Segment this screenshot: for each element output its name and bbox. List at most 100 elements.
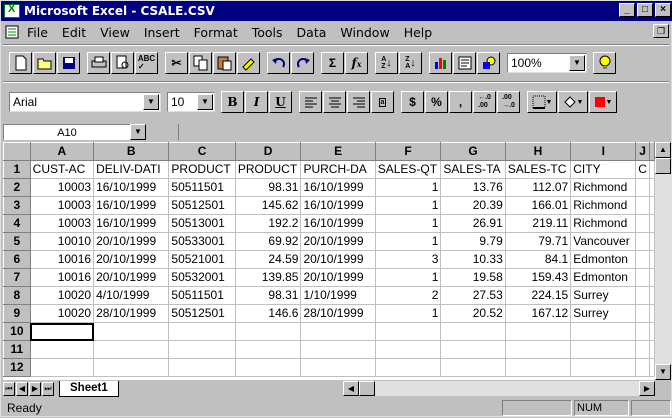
cell[interactable]: 16/10/1999 <box>93 178 170 197</box>
row-header[interactable]: 9 <box>3 304 31 323</box>
cell[interactable] <box>440 340 506 359</box>
cell[interactable] <box>168 322 236 341</box>
zoom-select[interactable]: 100% ▼ <box>507 53 587 73</box>
cell[interactable]: SALES-QT <box>375 160 442 179</box>
chart-wizard-button[interactable] <box>429 52 452 74</box>
cell[interactable]: 192.2 <box>235 214 302 233</box>
cell[interactable]: 16/10/1999 <box>93 196 170 215</box>
cell[interactable]: 26.91 <box>440 214 506 233</box>
maximize-button[interactable]: □ <box>637 3 653 17</box>
chevron-down-icon[interactable]: ▼ <box>130 124 146 140</box>
cell[interactable]: 112.07 <box>505 178 572 197</box>
menu-view[interactable]: View <box>100 25 130 40</box>
cell[interactable] <box>649 304 655 323</box>
cell[interactable] <box>649 214 655 233</box>
cell[interactable]: CITY <box>570 160 637 179</box>
drawing-button[interactable] <box>477 52 500 74</box>
cut-button[interactable]: ✂ <box>165 52 188 74</box>
row-header[interactable]: 12 <box>3 358 31 377</box>
cell[interactable] <box>635 214 650 233</box>
function-wizard-button[interactable]: fx <box>345 52 368 74</box>
cell[interactable]: 50512501 <box>168 304 236 323</box>
scroll-thumb[interactable] <box>655 158 671 174</box>
column-header[interactable]: D <box>234 142 302 161</box>
cell[interactable] <box>649 268 655 287</box>
cell[interactable] <box>168 340 236 359</box>
new-button[interactable] <box>9 52 32 74</box>
row-header[interactable]: 3 <box>3 196 31 215</box>
menu-edit[interactable]: Edit <box>62 25 86 40</box>
cell[interactable]: 9.79 <box>440 232 506 251</box>
cell[interactable] <box>649 196 655 215</box>
cell[interactable]: Richmond <box>570 196 637 215</box>
print-button[interactable] <box>87 52 110 74</box>
row-header[interactable]: 1 <box>3 160 31 179</box>
cell[interactable] <box>635 178 650 197</box>
horizontal-scrollbar[interactable]: ◀ ▶ <box>343 381 655 396</box>
format-painter-button[interactable] <box>237 52 260 74</box>
cell[interactable]: 10.33 <box>440 250 506 269</box>
cell[interactable]: 1 <box>375 304 442 323</box>
cell[interactable]: 1 <box>375 232 442 251</box>
cell[interactable] <box>375 358 442 377</box>
cell[interactable] <box>93 322 170 341</box>
cell[interactable] <box>635 322 650 341</box>
cell[interactable] <box>649 358 655 377</box>
row-header[interactable]: 11 <box>3 340 31 359</box>
cell[interactable]: 98.31 <box>235 286 302 305</box>
prev-sheet-icon[interactable]: ◀ <box>16 381 28 396</box>
borders-button[interactable]: ▼ <box>527 91 557 113</box>
cell[interactable]: 224.15 <box>505 286 572 305</box>
cell[interactable] <box>635 304 650 323</box>
cell[interactable] <box>168 358 236 377</box>
cell[interactable] <box>235 322 302 341</box>
open-button[interactable] <box>33 52 56 74</box>
cell[interactable]: Edmonton <box>570 250 637 269</box>
bold-button[interactable]: B <box>221 91 244 113</box>
cell[interactable]: 159.43 <box>505 268 572 287</box>
cell[interactable] <box>635 232 650 251</box>
underline-button[interactable]: U <box>269 91 292 113</box>
cell[interactable] <box>570 322 637 341</box>
redo-button[interactable] <box>291 52 314 74</box>
cell[interactable]: 50521001 <box>168 250 236 269</box>
row-header[interactable]: 7 <box>3 268 31 287</box>
align-left-button[interactable] <box>299 91 322 113</box>
cell[interactable]: 10003 <box>30 178 95 197</box>
menu-help[interactable]: Help <box>404 25 433 40</box>
menu-file[interactable]: File <box>27 25 48 40</box>
cell[interactable]: 219.11 <box>505 214 572 233</box>
cell[interactable]: PRODUCT <box>235 160 302 179</box>
fill-color-button[interactable]: ▼ <box>558 91 588 113</box>
cell[interactable]: 24.59 <box>235 250 302 269</box>
column-header[interactable]: C <box>168 142 236 161</box>
cell[interactable]: Edmonton <box>570 268 637 287</box>
font-color-button[interactable]: ▼ <box>589 91 617 113</box>
cell[interactable]: Surrey <box>570 304 637 323</box>
cell[interactable]: 167.12 <box>505 304 572 323</box>
cell[interactable]: DELIV-DATI <box>93 160 170 179</box>
cell[interactable]: 145.62 <box>235 196 302 215</box>
cell[interactable]: 10020 <box>30 286 95 305</box>
column-header[interactable]: F <box>374 142 442 161</box>
vertical-scrollbar[interactable]: ▲ ▼ <box>655 142 671 380</box>
cell[interactable]: 20.39 <box>440 196 506 215</box>
save-button[interactable] <box>57 52 80 74</box>
sheet-tab[interactable]: Sheet1 <box>59 380 119 397</box>
document-restore-button[interactable]: ❐ <box>653 24 669 38</box>
cell[interactable] <box>649 286 655 305</box>
undo-button[interactable] <box>267 52 290 74</box>
cell[interactable]: 28/10/1999 <box>93 304 170 323</box>
scroll-down-icon[interactable]: ▼ <box>655 364 671 380</box>
column-header[interactable]: H <box>504 142 572 161</box>
cell[interactable] <box>505 322 572 341</box>
column-header[interactable]: B <box>93 142 170 161</box>
row-header[interactable]: 6 <box>3 250 31 269</box>
cell[interactable] <box>570 358 637 377</box>
select-all-corner[interactable] <box>3 142 31 161</box>
column-header[interactable]: J <box>635 142 650 161</box>
copy-button[interactable] <box>189 52 212 74</box>
cell[interactable]: 1 <box>375 178 442 197</box>
menu-tools[interactable]: Tools <box>252 25 283 40</box>
cell[interactable]: 69.92 <box>235 232 302 251</box>
